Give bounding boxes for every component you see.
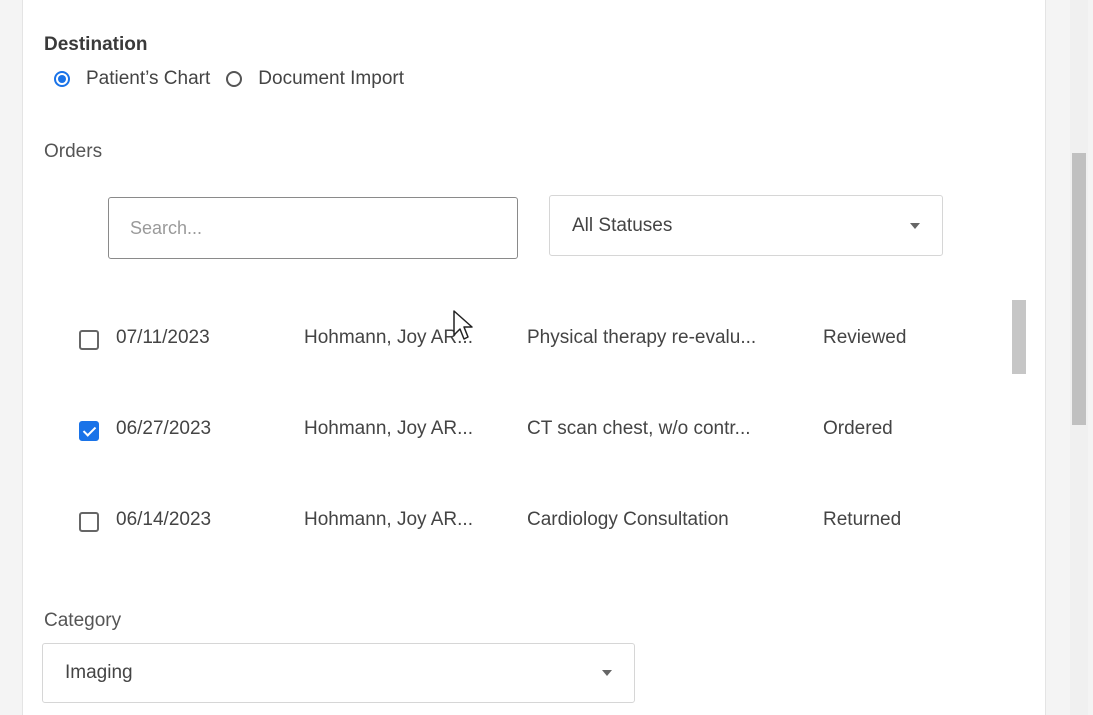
order-status: Reviewed xyxy=(823,327,907,348)
orders-label: Orders xyxy=(44,141,103,162)
order-checkbox[interactable] xyxy=(79,512,99,532)
category-select[interactable]: Imaging xyxy=(42,643,635,703)
document-import-radio-label[interactable]: Document Import xyxy=(258,68,404,90)
patients-chart-radio-label[interactable]: Patient’s Chart xyxy=(86,68,210,90)
document-import-radio[interactable] xyxy=(226,71,243,87)
order-provider: Hohmann, Joy AR... xyxy=(304,509,473,530)
order-provider: Hohmann, Joy AR... xyxy=(304,418,473,439)
order-status: Returned xyxy=(823,509,902,530)
order-status: Ordered xyxy=(823,418,893,439)
order-row[interactable]: 07/11/2023 Hohmann, Joy AR... Physical t… xyxy=(23,295,1013,350)
order-provider: Hohmann, Joy AR... xyxy=(304,327,473,348)
order-date: 06/14/2023 xyxy=(116,509,212,530)
orders-list-scrollbar[interactable] xyxy=(1012,300,1026,374)
chevron-down-icon xyxy=(602,670,612,676)
order-date: 07/11/2023 xyxy=(116,327,210,348)
orders-search-input[interactable] xyxy=(108,197,518,259)
status-filter-select[interactable]: All Statuses xyxy=(549,195,943,256)
page-scrollbar-thumb[interactable] xyxy=(1072,153,1086,425)
category-value: Imaging xyxy=(65,662,133,683)
order-checkbox[interactable] xyxy=(79,421,99,441)
order-row[interactable]: 06/27/2023 Hohmann, Joy AR... CT scan ch… xyxy=(23,386,1013,441)
order-row[interactable]: 06/14/2023 Hohmann, Joy AR... Cardiology… xyxy=(23,477,1013,532)
order-checkbox[interactable] xyxy=(79,330,99,350)
patients-chart-radio[interactable] xyxy=(54,71,70,87)
destination-radio-group: Patient’s Chart Document Import xyxy=(54,64,420,94)
document-panel: Destination Patient’s Chart Document Imp… xyxy=(22,0,1046,715)
mouse-cursor-icon xyxy=(453,310,473,340)
order-description: CT scan chest, w/o contr... xyxy=(527,418,751,439)
destination-label: Destination xyxy=(44,34,148,55)
chevron-down-icon xyxy=(910,222,920,229)
order-description: Physical therapy re-evalu... xyxy=(527,327,757,348)
order-description: Cardiology Consultation xyxy=(527,509,729,530)
order-date: 06/27/2023 xyxy=(116,418,212,439)
category-label: Category xyxy=(44,610,122,631)
status-filter-value: All Statuses xyxy=(572,214,673,236)
